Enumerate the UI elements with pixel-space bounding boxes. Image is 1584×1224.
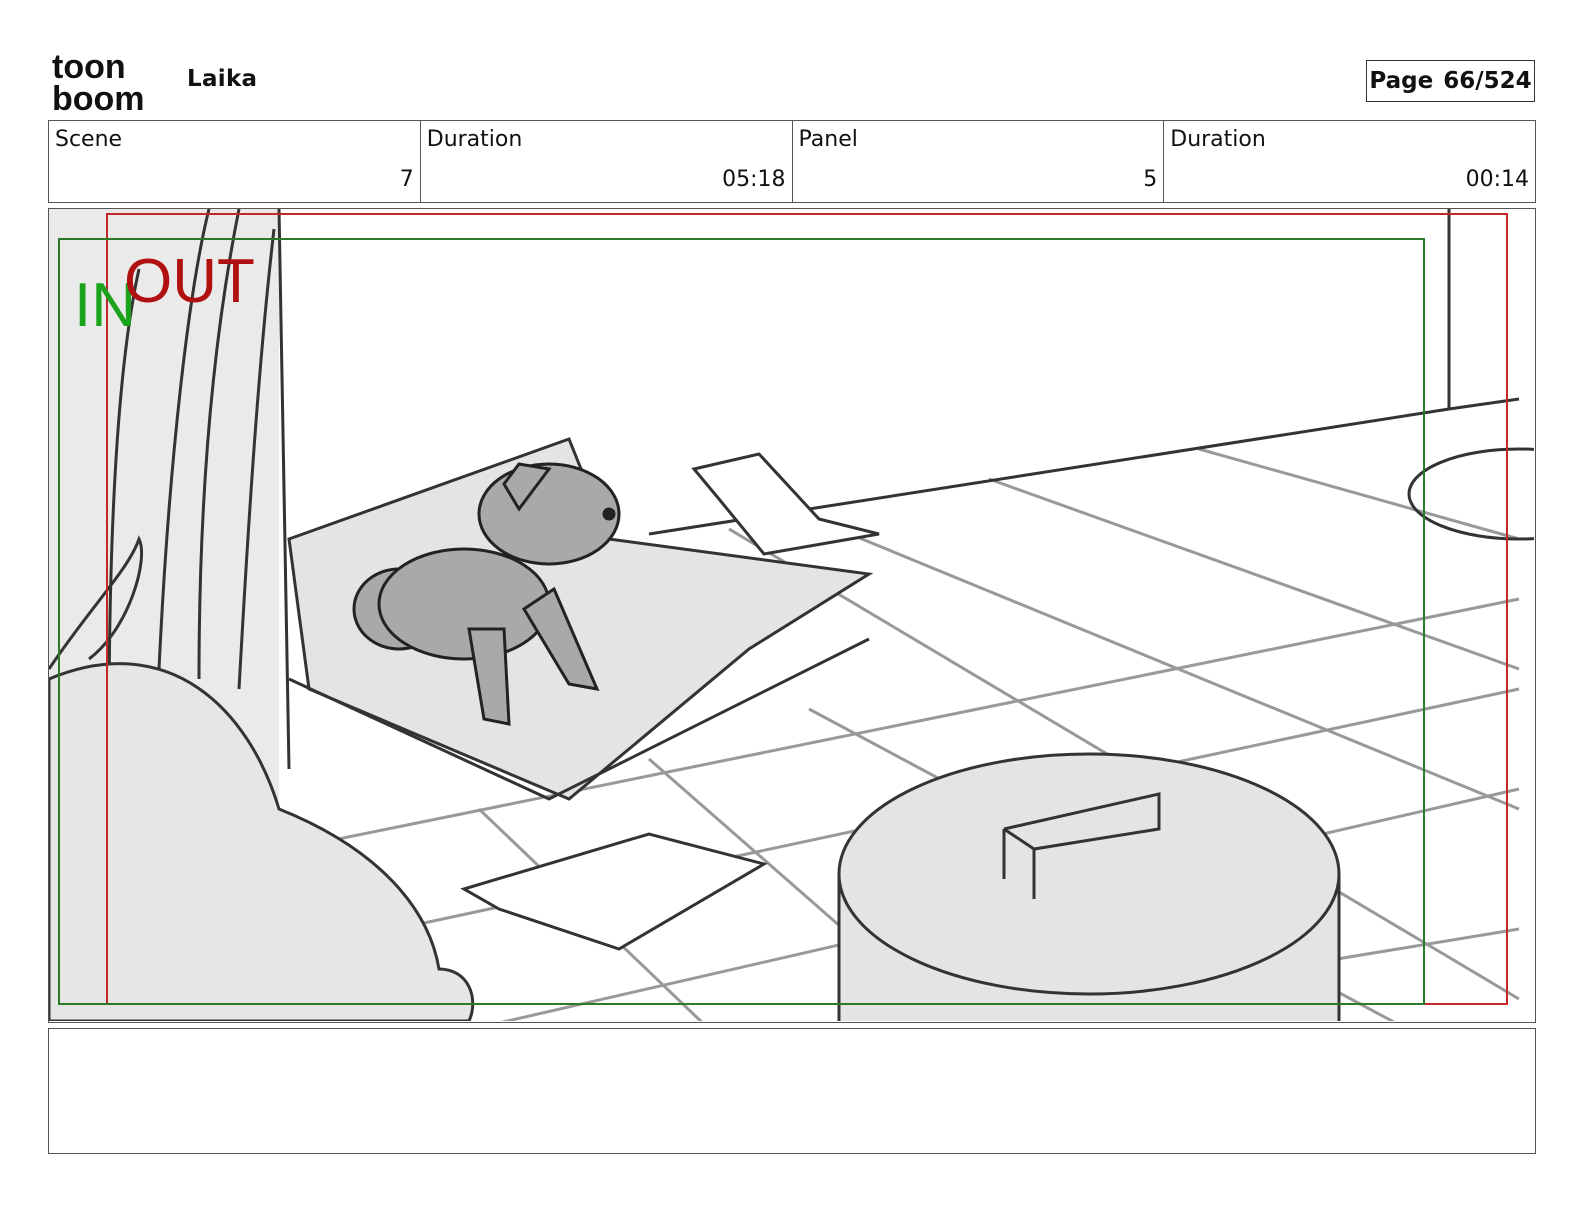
paper-top [691, 452, 880, 556]
panel-duration-label: Duration [1170, 127, 1266, 152]
panel-label: Panel [798, 127, 858, 152]
panel-value: 5 [1143, 167, 1158, 192]
storyboard-panel: IN OUT [48, 208, 1536, 1023]
page-indicator: Page 66/524 [1366, 60, 1535, 102]
scene-cell: Scene 7 [49, 121, 421, 202]
scene-duration-value: 05:18 [722, 167, 786, 192]
page-label: Page [1369, 68, 1434, 94]
out-marker: OUT [124, 247, 255, 316]
scene-info-table: Scene 7 Duration 05:18 Panel 5 Duration … [48, 120, 1536, 203]
panel-duration-value: 00:14 [1465, 167, 1529, 192]
scene-duration-label: Duration [426, 127, 523, 152]
project-title: Laika [187, 66, 258, 92]
panel-duration-cell: Duration 00:14 [1164, 121, 1535, 202]
paper-bottom [460, 832, 768, 951]
logo-text-bottom: boom [52, 80, 145, 112]
toonboom-logo: toon boom [52, 50, 145, 112]
panel-notes [48, 1028, 1536, 1154]
panel-cell: Panel 5 [793, 121, 1165, 202]
scene-value: 7 [399, 167, 414, 192]
scene-duration-cell: Duration 05:18 [421, 121, 793, 202]
panel-sketch: IN OUT [49, 209, 1534, 1021]
scene-label: Scene [55, 127, 123, 152]
page-number: 66/524 [1443, 68, 1532, 94]
round-table [837, 752, 1341, 1021]
